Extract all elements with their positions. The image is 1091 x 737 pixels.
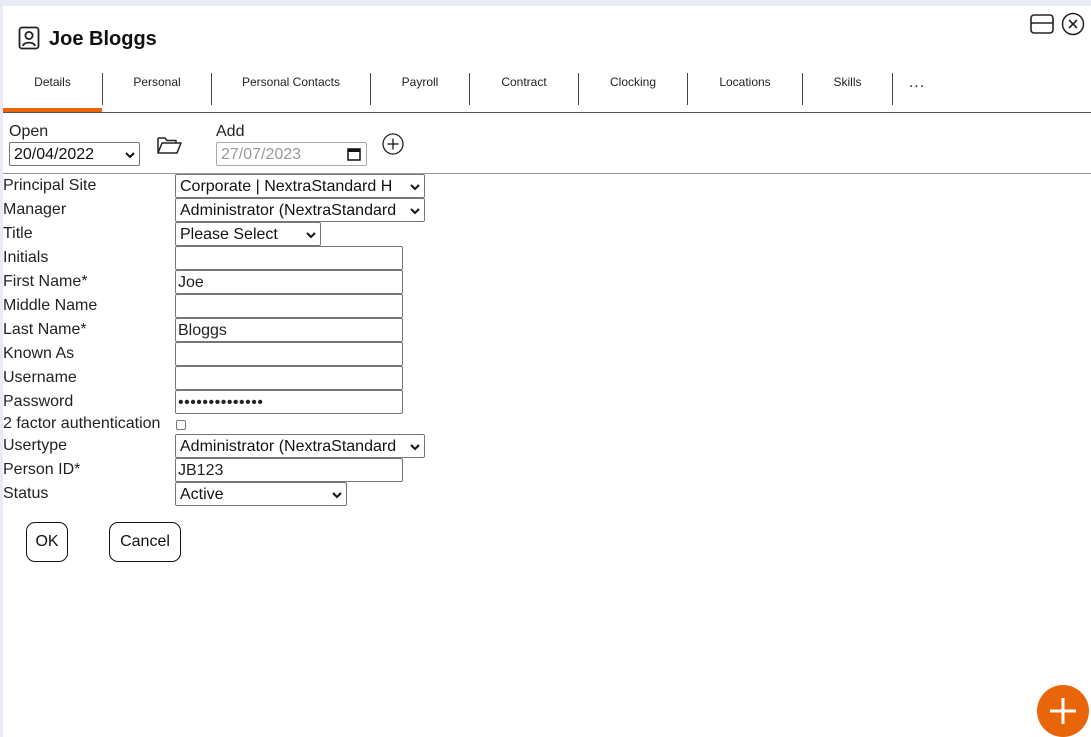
manager-value: Administrator (NextraStandard: [180, 202, 397, 219]
chevron-down-icon: [125, 152, 135, 159]
manager-label: Manager: [3, 201, 67, 218]
chevron-down-icon: [410, 208, 420, 215]
known-as-label: Known As: [3, 345, 75, 362]
initials-field[interactable]: [175, 246, 403, 270]
ok-button[interactable]: OK: [26, 522, 68, 562]
manager-select[interactable]: Administrator (NextraStandard: [175, 198, 425, 222]
initials-label: Initials: [3, 249, 49, 266]
person-panel: Joe Bloggs Details Personal Personal Con…: [3, 6, 1091, 737]
username-label: Username: [3, 369, 77, 386]
two-factor-label: 2 factor authentication: [3, 415, 161, 432]
middle-name-field[interactable]: [175, 294, 403, 318]
add-date-input[interactable]: 27/07/2023: [216, 142, 367, 166]
last-name-label: Last Name*: [3, 321, 87, 338]
usertype-value: Administrator (NextraStandard: [180, 438, 397, 455]
status-select[interactable]: Active: [175, 482, 347, 506]
chevron-down-icon: [410, 444, 420, 451]
plus-icon: [1050, 698, 1076, 724]
username-field[interactable]: [175, 366, 403, 390]
middle-name-label: Middle Name: [3, 297, 98, 314]
folder-open-icon[interactable]: [156, 134, 182, 156]
tab-clocking[interactable]: Clocking: [579, 70, 687, 112]
tab-personal-contacts[interactable]: Personal Contacts: [212, 70, 370, 112]
page-title: Joe Bloggs: [49, 28, 157, 50]
tab-bar-underline: [3, 112, 1091, 113]
status-label: Status: [3, 485, 49, 502]
usertype-select[interactable]: Administrator (NextraStandard: [175, 434, 425, 458]
tab-payroll[interactable]: Payroll: [371, 70, 469, 112]
principal-site-label: Principal Site: [3, 177, 97, 194]
add-fab-button[interactable]: [1037, 685, 1089, 737]
user-card-icon: [18, 26, 40, 50]
two-factor-checkbox[interactable]: [176, 420, 186, 430]
first-name-label: First Name*: [3, 273, 88, 290]
password-field[interactable]: ••••••••••••••: [175, 390, 403, 414]
tab-more[interactable]: ...: [893, 70, 941, 112]
open-version-select[interactable]: 20/04/2022: [9, 142, 140, 166]
principal-site-value: Corporate | NextraStandard H: [180, 178, 393, 195]
close-circle-icon[interactable]: [1061, 12, 1085, 36]
add-label: Add: [216, 123, 245, 140]
usertype-label: Usertype: [3, 437, 68, 454]
person-id-label: Person ID*: [3, 461, 81, 478]
title-label: Title: [3, 225, 33, 242]
password-label: Password: [3, 393, 74, 410]
last-name-field[interactable]: Bloggs: [175, 318, 403, 342]
person-id-field[interactable]: JB123: [175, 458, 403, 482]
open-label: Open: [9, 123, 49, 140]
tab-contract[interactable]: Contract: [470, 70, 578, 112]
chevron-down-icon: [306, 232, 316, 239]
tab-bar: Details Personal Personal Contacts Payro…: [3, 70, 1091, 112]
chevron-down-icon: [332, 492, 342, 499]
known-as-field[interactable]: [175, 342, 403, 366]
first-name-field[interactable]: Joe: [175, 270, 403, 294]
tab-locations[interactable]: Locations: [688, 70, 802, 112]
tab-details[interactable]: Details: [3, 70, 102, 112]
calendar-icon: [347, 148, 361, 161]
title-select[interactable]: Please Select: [175, 222, 321, 246]
principal-site-select[interactable]: Corporate | NextraStandard H: [175, 174, 425, 198]
chevron-down-icon: [410, 184, 420, 191]
status-value: Active: [180, 486, 224, 503]
window-layout-icon[interactable]: [1030, 12, 1054, 36]
open-version-value: 20/04/2022: [14, 146, 95, 163]
title-value: Please Select: [180, 226, 278, 243]
tab-skills[interactable]: Skills: [803, 70, 892, 112]
add-circle-icon[interactable]: [382, 133, 404, 155]
section-divider: [3, 173, 1091, 174]
tab-personal[interactable]: Personal: [103, 70, 211, 112]
add-date-value: 27/07/2023: [221, 146, 302, 163]
cancel-button[interactable]: Cancel: [109, 522, 181, 562]
